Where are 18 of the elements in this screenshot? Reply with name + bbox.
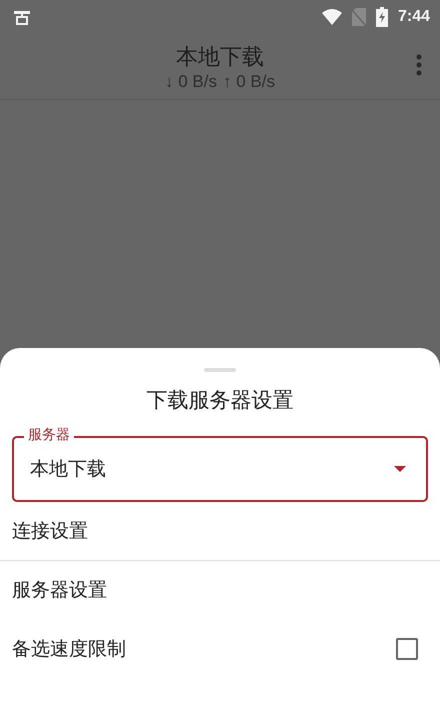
drag-handle[interactable]	[204, 368, 236, 372]
more-options-button[interactable]	[416, 54, 422, 76]
checkbox[interactable]	[396, 638, 418, 660]
sheet-title: 下载服务器设置	[146, 387, 294, 414]
upload-speed: ↑ 0 B/s	[223, 72, 275, 92]
field-value: 本地下载	[30, 457, 106, 482]
app-title: 本地下载	[176, 44, 264, 72]
settings-item[interactable]: 连接设置	[0, 502, 440, 560]
settings-item[interactable]: 服务器设置	[0, 561, 440, 619]
server-dropdown[interactable]: 服务器 本地下载	[12, 425, 428, 502]
more-icon	[416, 54, 422, 76]
status-time: 7:44	[398, 8, 430, 26]
setting-label: 备选速度限制	[12, 637, 126, 662]
no-sim-icon	[352, 8, 366, 26]
battery-charging-icon	[376, 7, 388, 27]
dropdown-caret-icon	[394, 466, 406, 472]
download-speed: ↓ 0 B/s	[165, 72, 217, 92]
wifi-icon	[322, 9, 342, 25]
